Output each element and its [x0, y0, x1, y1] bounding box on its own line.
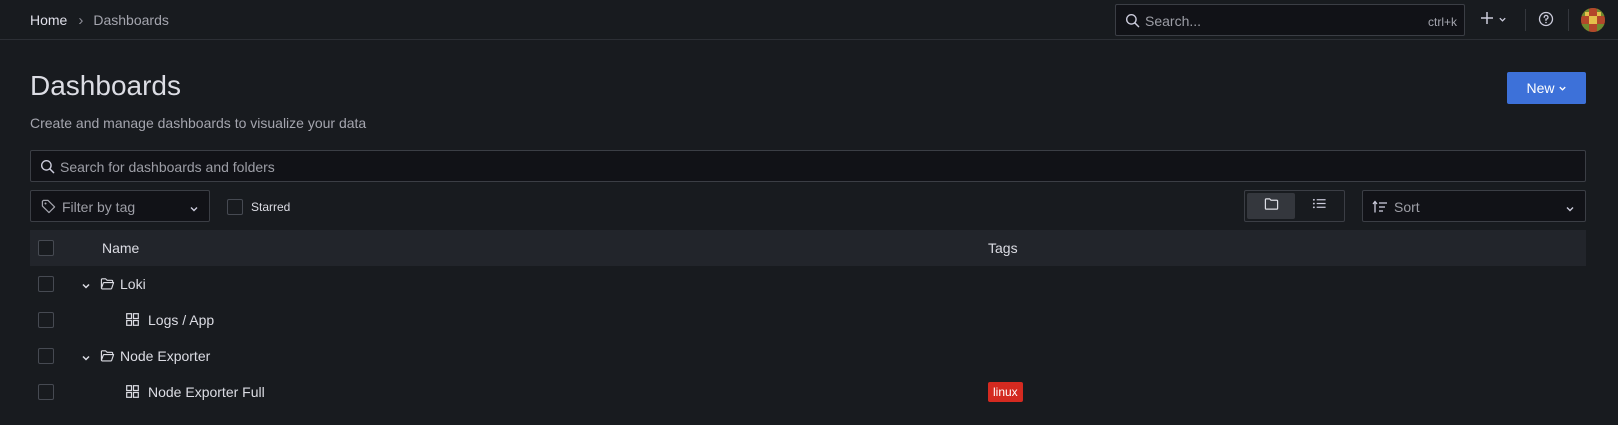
column-header-tags: Tags: [988, 240, 1018, 256]
new-button-label: New: [1526, 80, 1555, 96]
apps-grid-icon: [126, 313, 139, 331]
top-navbar: Home › Dashboards Search... ctrl+k: [0, 0, 1618, 40]
new-dashboard-button[interactable]: New: [1507, 72, 1586, 104]
filter-by-tag-select[interactable]: Filter by tag: [30, 190, 210, 222]
folder-row[interactable]: Node Exporter: [30, 338, 1586, 374]
help-button[interactable]: [1538, 11, 1556, 29]
folder-icon: [1264, 197, 1279, 216]
dashboard-name[interactable]: Node Exporter Full: [148, 384, 265, 400]
folder-row[interactable]: Loki: [30, 266, 1586, 302]
sort-amount-icon: [1372, 200, 1388, 219]
breadcrumb-current: Dashboards: [93, 12, 169, 28]
row-checkbox[interactable]: [38, 384, 54, 400]
starred-filter[interactable]: Starred: [227, 199, 290, 215]
global-search-input[interactable]: Search... ctrl+k: [1115, 4, 1465, 36]
toolbar-divider: [1568, 9, 1569, 31]
help-circle-icon: [1538, 11, 1554, 31]
dashboard-row[interactable]: Node Exporter Full linux: [30, 374, 1586, 410]
starred-label: Starred: [251, 200, 291, 214]
chevron-down-icon: [189, 201, 199, 219]
user-avatar[interactable]: [1581, 8, 1605, 32]
filter-by-tag-placeholder: Filter by tag: [62, 199, 136, 215]
apps-grid-icon: [126, 385, 139, 403]
chevron-down-icon: [1565, 201, 1575, 219]
breadcrumb-home-link[interactable]: Home: [30, 12, 67, 28]
dashboard-search-input[interactable]: Search for dashboards and folders: [30, 150, 1586, 182]
starred-checkbox[interactable]: [227, 199, 243, 215]
row-checkbox[interactable]: [38, 348, 54, 364]
view-mode-toggle: [1244, 190, 1345, 222]
plus-icon: [1480, 11, 1494, 30]
folder-view-button[interactable]: [1247, 193, 1295, 219]
search-icon: [1125, 13, 1140, 33]
folder-name[interactable]: Node Exporter: [120, 348, 210, 364]
sort-placeholder: Sort: [1394, 199, 1420, 215]
add-new-menu-button[interactable]: [1480, 10, 1510, 30]
list-icon: [1312, 197, 1327, 215]
chevron-down-icon[interactable]: [81, 278, 91, 296]
chevron-down-icon[interactable]: [81, 350, 91, 368]
folder-open-icon: [100, 277, 115, 296]
search-shortcut-hint: ctrl+k: [1427, 15, 1457, 29]
dashboard-name[interactable]: Logs / App: [148, 312, 214, 328]
sort-select[interactable]: Sort: [1362, 190, 1586, 222]
row-checkbox[interactable]: [38, 312, 54, 328]
list-view-button[interactable]: [1295, 193, 1343, 219]
dashboard-row[interactable]: Logs / App: [30, 302, 1586, 338]
table-header: Name Tags: [30, 230, 1586, 266]
dashboard-search-placeholder: Search for dashboards and folders: [60, 159, 275, 175]
toolbar-divider: [1525, 9, 1526, 31]
breadcrumb: Home › Dashboards: [30, 11, 169, 29]
search-icon: [40, 159, 55, 179]
select-all-checkbox[interactable]: [38, 240, 54, 256]
page-subtitle: Create and manage dashboards to visualiz…: [30, 115, 367, 131]
chevron-down-icon: [1498, 11, 1507, 29]
folder-name[interactable]: Loki: [120, 276, 146, 292]
global-search-placeholder: Search...: [1145, 13, 1202, 29]
chevron-down-icon: [1558, 80, 1567, 96]
tag-icon: [41, 199, 56, 219]
page-title: Dashboards: [30, 70, 181, 101]
row-checkbox[interactable]: [38, 276, 54, 292]
tag-badge[interactable]: linux: [988, 382, 1023, 402]
folder-open-icon: [100, 349, 115, 368]
column-header-name: Name: [102, 240, 140, 256]
breadcrumb-separator: ›: [78, 11, 84, 29]
